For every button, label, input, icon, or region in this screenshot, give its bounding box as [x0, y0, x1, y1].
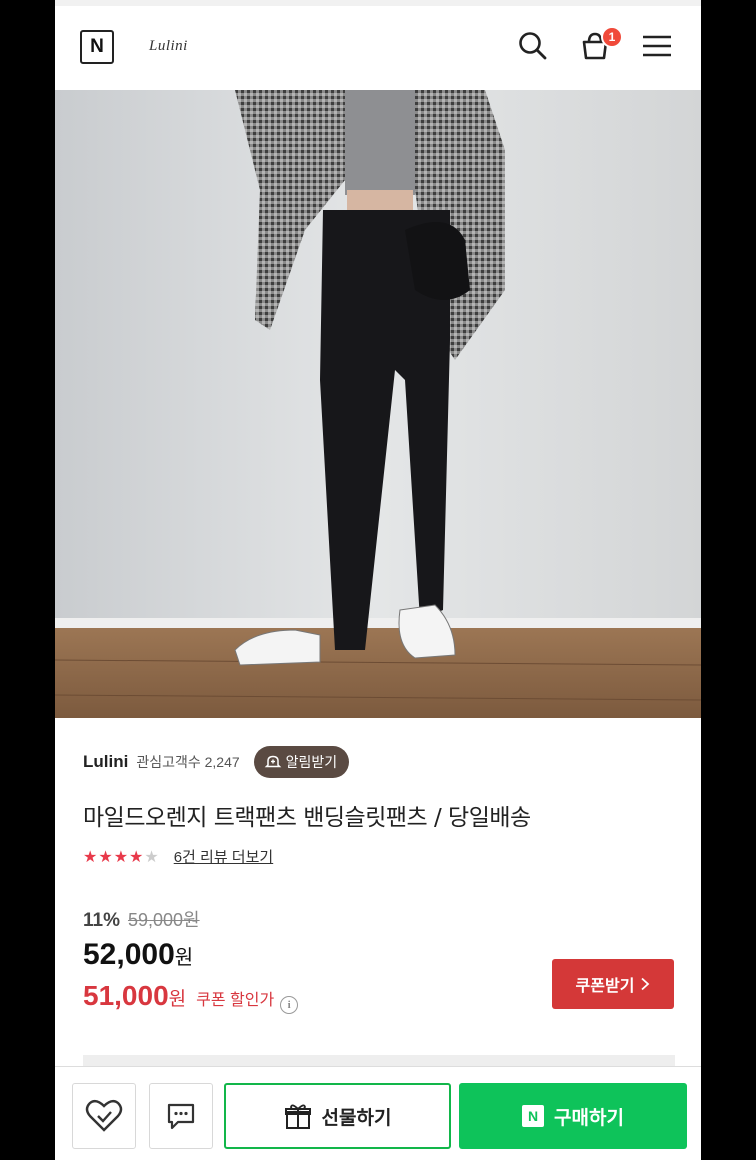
status-strip	[55, 0, 701, 6]
coupon-price: 51,000원	[83, 980, 186, 1012]
coupon-price-row: 51,000원 쿠폰 할인가 i	[83, 980, 299, 1014]
sale-price-value: 52,000	[83, 938, 175, 971]
discount-rate: 11%	[83, 910, 120, 931]
star-rating: ★★★★★	[83, 847, 160, 866]
info-icon[interactable]: i	[280, 996, 299, 1014]
buy-label: 구매하기	[554, 1107, 624, 1129]
get-coupon-button[interactable]: 쿠폰받기	[552, 959, 674, 1009]
sale-price: 52,000원	[83, 938, 193, 972]
store-name[interactable]: Lulini	[83, 752, 128, 772]
heart-check-icon	[85, 1099, 123, 1132]
sale-price-unit: 원	[174, 947, 194, 969]
gift-button[interactable]: 선물하기	[224, 1083, 451, 1149]
naver-pay-logo: N	[522, 1105, 545, 1127]
cart-count-badge: 1	[601, 26, 623, 48]
gift-label: 선물하기	[321, 1107, 392, 1129]
get-coupon-label: 쿠폰받기	[575, 978, 635, 995]
hamburger-menu-icon[interactable]	[639, 28, 675, 64]
buy-button[interactable]: N 구매하기	[459, 1083, 687, 1149]
store-info-row: Lulini 관심고객수 2,247 알림받기	[83, 744, 350, 780]
bottom-action-bar: 선물하기 N 구매하기	[55, 1066, 701, 1160]
product-title: 마일드오렌지 트랙팬츠 밴딩슬릿팬츠 / 당일배송	[83, 805, 531, 831]
coupon-price-unit: 원	[168, 989, 187, 1010]
naver-logo[interactable]: N	[80, 30, 114, 64]
rating-row: ★★★★★ 6건 리뷰 더보기	[83, 846, 273, 867]
wishlist-button[interactable]	[72, 1083, 136, 1149]
screen: N Lulini 1 Lulini 관심고객수 2,247 알림받기 마일드오렌…	[55, 0, 701, 1160]
product-photo[interactable]	[55, 90, 701, 718]
discount-row: 11% 59,000원	[83, 906, 200, 932]
talk-talk-button[interactable]	[149, 1083, 213, 1149]
chevron-right-icon	[641, 977, 650, 991]
alarm-label: 알림받기	[285, 754, 338, 770]
store-brand[interactable]: Lulini	[149, 38, 188, 55]
follower-count: 관심고객수 2,247	[136, 754, 240, 770]
original-price: 59,000원	[127, 910, 200, 930]
chat-bubble-icon	[167, 1103, 195, 1130]
bell-plus-icon	[264, 755, 281, 768]
coupon-price-value: 51,000	[83, 980, 169, 1011]
gift-icon	[284, 1104, 311, 1129]
coupon-price-label: 쿠폰 할인가	[196, 992, 275, 1009]
review-link[interactable]: 6건 리뷰 더보기	[174, 846, 273, 867]
header: N Lulini 1	[55, 0, 701, 90]
search-icon[interactable]	[515, 28, 551, 64]
alarm-subscribe-button[interactable]: 알림받기	[253, 746, 350, 778]
